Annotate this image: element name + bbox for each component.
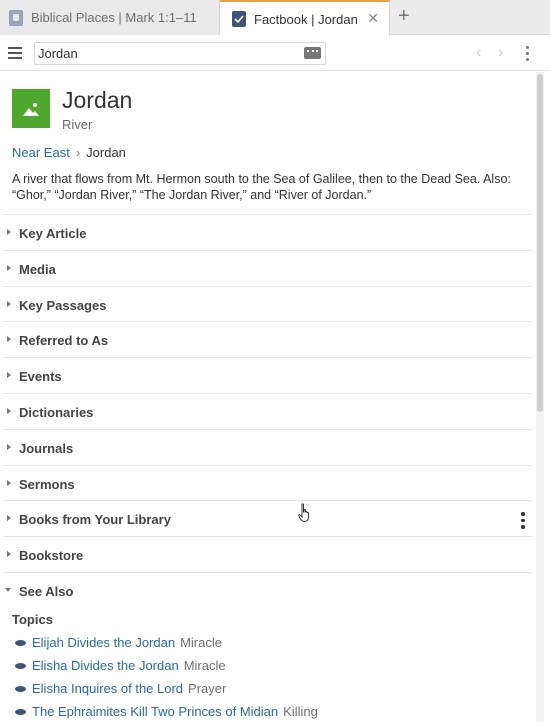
section-label: Events [19,369,62,385]
keyboard-icon[interactable] [304,47,321,59]
add-tab-button[interactable]: + [398,5,410,28]
topic-item[interactable]: The Ephraimites Kill Two Princes of Midi… [15,704,318,719]
topic-category: Miracle [183,658,226,673]
expand-arrow-icon [7,551,11,558]
hamburger-menu-icon[interactable] [8,47,22,59]
section-label: Media [19,261,56,277]
section-events[interactable]: Events [3,357,532,393]
kebab-menu-icon[interactable] [521,512,525,532]
back-button[interactable]: ‹ [476,44,481,62]
tab-factbook-jordan[interactable]: Factbook | Jordan ✕ [220,0,390,36]
document-icon [9,9,23,26]
topic-link[interactable]: Elijah Divides the Jordan [32,635,175,650]
topic-link[interactable]: The Ephraimites Kill Two Princes of Midi… [32,704,278,719]
breadcrumb: Near East › Jordan [12,145,126,160]
topic-bullet-icon [15,709,26,715]
tab-bar: Biblical Places | Mark 1:1–11 Factbook |… [0,0,550,36]
search-input[interactable]: Jordan [34,42,326,65]
section-referred-to-as[interactable]: Referred to As [3,321,532,357]
section-dictionaries[interactable]: Dictionaries [3,392,532,429]
tab-label: Factbook | Jordan [254,11,358,27]
page-title: Jordan [62,87,133,113]
section-books-from-your-library[interactable]: Books from Your Library [3,500,532,536]
description: A river that flows from Mt. Hermon south… [12,172,511,202]
expand-arrow-icon [7,229,11,235]
expand-arrow-icon [7,372,11,379]
image-placeholder-icon[interactable] [12,89,50,128]
expand-arrow-icon [7,407,11,414]
topic-category: Killing [283,704,318,719]
topics-heading: Topics [12,612,53,627]
topic-item[interactable]: Elisha Divides the Jordan Miracle [15,658,226,673]
section-label: Sermons [19,476,75,492]
section-label: Books from Your Library [19,512,171,528]
topic-item[interactable]: Elisha Inquires of the Lord Prayer [15,681,226,696]
entity-type: River [62,117,93,132]
expand-arrow-icon [7,264,11,271]
section-label: Key Article [19,226,87,241]
section-sermons[interactable]: Sermons [3,464,532,501]
factbook-icon [232,11,246,27]
section-media[interactable]: Media [3,249,532,286]
close-icon[interactable]: ✕ [367,10,379,27]
breadcrumb-separator: › [75,145,81,160]
section-journals[interactable]: Journals [3,428,532,465]
forward-button[interactable]: › [498,44,503,62]
expand-arrow-icon [7,443,11,450]
scrollbar-thumb[interactable] [537,74,543,412]
more-options-icon[interactable] [526,46,530,64]
section-list: Key Article Media Key Passages Referred … [0,214,532,608]
breadcrumb-current: Jordan [86,145,126,160]
topic-bullet-icon [15,663,26,669]
topic-category: Miracle [180,635,222,650]
section-label: Referred to As [19,333,109,349]
toolbar: Jordan ‹ › [0,36,550,71]
expand-arrow-icon [7,336,11,343]
collapse-arrow-icon [5,587,11,592]
topic-link[interactable]: Elisha Inquires of the Lord [32,681,183,696]
section-bookstore[interactable]: Bookstore [3,536,532,572]
section-see-also[interactable]: See Also [3,571,532,608]
topic-link[interactable]: Elisha Divides the Jordan [32,658,179,673]
expand-arrow-icon [7,515,11,522]
section-label: Journals [19,440,74,456]
topic-bullet-icon [15,640,26,646]
tab-biblical-places[interactable]: Biblical Places | Mark 1:1–11 [0,0,220,35]
section-key-passages[interactable]: Key Passages [3,285,532,322]
section-label: Key Passages [19,297,107,313]
topic-bullet-icon [15,686,26,692]
section-key-article[interactable]: Key Article [3,214,532,250]
section-label: Dictionaries [19,404,94,420]
hand-cursor-icon [298,503,312,528]
tab-label: Biblical Places | Mark 1:1–11 [31,10,197,25]
topic-item[interactable]: Elijah Divides the Jordan Miracle [15,635,222,650]
breadcrumb-link-near-east[interactable]: Near East [12,145,70,160]
topic-category: Prayer [188,681,227,696]
section-label: Bookstore [19,548,84,564]
expand-arrow-icon [7,300,11,307]
section-label: See Also [19,583,74,599]
expand-arrow-icon [7,479,11,486]
